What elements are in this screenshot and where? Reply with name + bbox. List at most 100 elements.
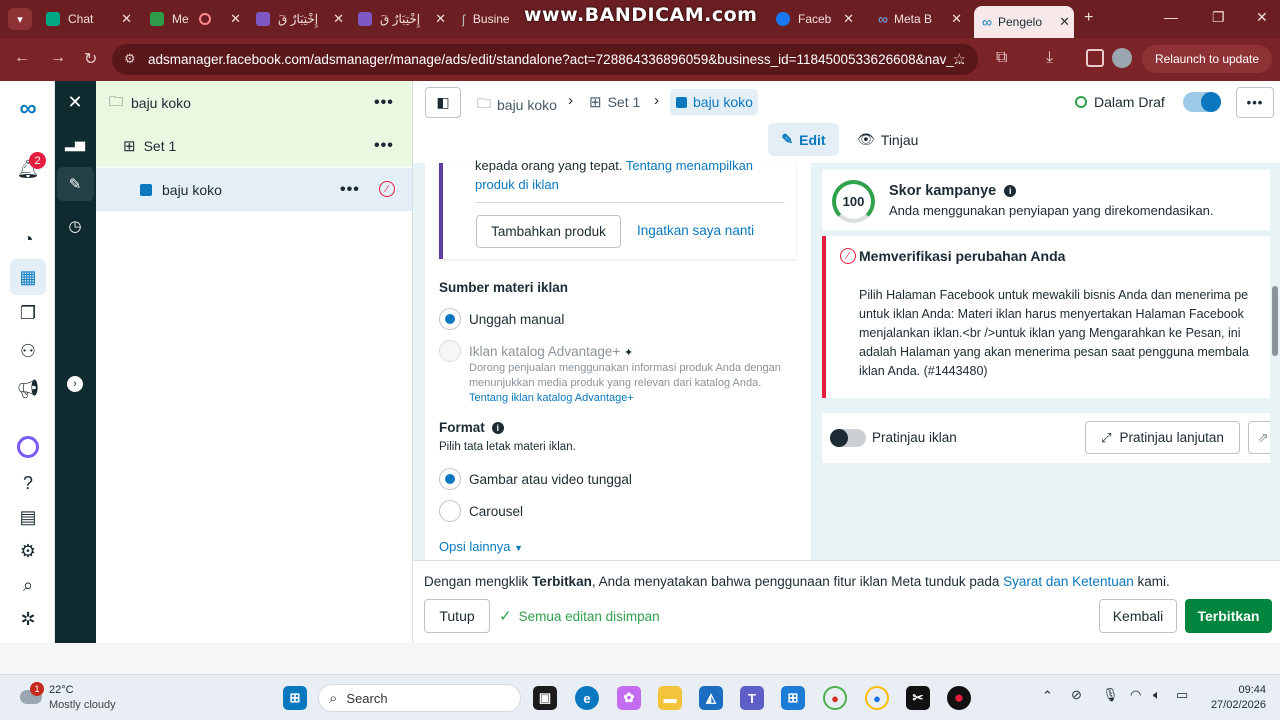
task-view-icon[interactable]: ▣	[533, 686, 557, 710]
catalog-link-a[interactable]: Tentang menampilkan	[626, 158, 753, 173]
more-icon[interactable]: •••	[340, 181, 360, 199]
capcut-icon[interactable]: ✂	[906, 686, 930, 710]
carousel-label[interactable]: Carousel	[469, 504, 523, 519]
share-button[interactable]: ⇗	[1248, 421, 1270, 454]
minimize-icon[interactable]: —	[1164, 9, 1178, 25]
close-icon[interactable]: ✕	[121, 11, 132, 27]
close-button[interactable]: Tutup	[424, 599, 490, 633]
tab-chat[interactable]: Chat ✕	[46, 6, 136, 32]
info-icon[interactable]: i	[1004, 185, 1017, 197]
tab-form-1[interactable]: إِخْتِبَارٌ قَ ✕	[256, 6, 348, 32]
publish-button[interactable]: Terbitkan	[1185, 599, 1272, 633]
windows-start-icon[interactable]: ⊞	[283, 686, 307, 710]
close-editor-icon[interactable]: ✕	[63, 90, 87, 114]
store-icon[interactable]: ⊞	[781, 686, 805, 710]
breadcrumb-adset[interactable]: ⊞ Set 1	[589, 93, 640, 111]
chrome-profile-icon[interactable]: ●	[865, 686, 889, 710]
single-media-label[interactable]: Gambar atau video tunggal	[469, 472, 632, 487]
preview-toggle[interactable]	[830, 429, 866, 447]
clock-time[interactable]: 09:44	[1208, 684, 1266, 696]
chart-icon[interactable]: ▂▅	[63, 132, 87, 156]
single-media-radio[interactable]	[439, 468, 461, 490]
network-off-icon[interactable]: ⊘	[1071, 687, 1082, 703]
sidebar-toggle-icon[interactable]: ◧	[425, 87, 461, 118]
tab-meta-business[interactable]: ∞ Meta B ✕	[878, 6, 966, 32]
tab-search-button[interactable]: ▾	[8, 8, 32, 30]
history-icon[interactable]: ◷	[63, 214, 87, 238]
meta-ai-icon[interactable]	[17, 436, 39, 458]
review-tab[interactable]: 👁︎ Tinjau	[857, 131, 918, 148]
terms-link[interactable]: Syarat dan Ketentuan	[1003, 574, 1134, 589]
carousel-radio[interactable]	[439, 500, 461, 522]
site-info-icon[interactable]: ⚙	[124, 51, 136, 67]
reload-icon[interactable]: ↻	[84, 49, 97, 69]
audience-icon[interactable]: ⚇	[16, 339, 40, 363]
back-icon[interactable]: ←	[14, 49, 30, 67]
meta-logo-icon[interactable]: ∞	[16, 95, 40, 122]
tab-ads-manager[interactable]: ∞ Pengelo ✕	[974, 6, 1074, 38]
bug-icon[interactable]: ✲	[16, 607, 40, 631]
window-icon[interactable]	[1086, 49, 1104, 67]
megaphone-icon[interactable]: 📢︎	[16, 377, 40, 401]
more-options-button[interactable]: •••	[1236, 87, 1274, 118]
help-icon[interactable]: ?	[16, 471, 40, 495]
bookmark-star-icon[interactable]: ☆	[953, 50, 966, 68]
volume-icon[interactable]: 🔈︎	[1153, 687, 1161, 703]
pages-icon[interactable]: ❐	[16, 301, 40, 325]
breadcrumb-campaign[interactable]: 🗀︎ baju koko	[477, 93, 557, 117]
close-window-icon[interactable]: ✕	[1256, 9, 1268, 26]
edge-icon[interactable]: e	[575, 686, 599, 710]
weather-temp[interactable]: 22°C	[49, 684, 74, 696]
close-icon[interactable]: ✕	[1059, 14, 1070, 30]
manual-upload-label[interactable]: Unggah manual	[469, 312, 564, 327]
remind-later-link[interactable]: Ingatkan saya nanti	[637, 223, 754, 238]
extensions-icon[interactable]: ⧉	[996, 49, 1007, 67]
chevron-up-icon[interactable]: ⌃	[1042, 688, 1053, 704]
address-bar[interactable]: ⚙ adsmanager.facebook.com/adsmanager/man…	[112, 44, 978, 75]
more-icon[interactable]: •••	[374, 94, 394, 112]
tab-meet[interactable]: Me ✕	[150, 6, 245, 32]
file-explorer-icon[interactable]: ▬	[658, 686, 682, 710]
tree-campaign-row[interactable]: 🗀︎ baju koko •••	[96, 81, 412, 124]
relaunch-button[interactable]: Relaunch to update	[1142, 45, 1272, 73]
advanced-preview-button[interactable]: ⤢ Pratinjau lanjutan	[1085, 421, 1240, 454]
close-icon[interactable]: ✕	[951, 11, 962, 27]
teams-icon[interactable]: T	[740, 686, 764, 710]
back-button[interactable]: Kembali	[1099, 599, 1177, 633]
settings-icon[interactable]: ⚙	[16, 539, 40, 563]
more-icon[interactable]: •••	[374, 137, 394, 155]
catalog-link-b[interactable]: produk di iklan	[475, 177, 559, 192]
catalog-ad-radio[interactable]	[439, 340, 461, 362]
add-product-button[interactable]: Tambahkan produk	[476, 215, 621, 248]
battery-icon[interactable]: ▭	[1176, 687, 1188, 703]
copilot-icon[interactable]: ✿	[617, 686, 641, 710]
catalog-ad-link[interactable]: Tentang iklan katalog Advantage+	[469, 392, 634, 404]
profile-avatar[interactable]	[1112, 48, 1132, 68]
new-tab-icon[interactable]: +	[1084, 9, 1093, 27]
info-icon[interactable]: i	[491, 421, 504, 434]
restore-icon[interactable]: ❐	[1212, 9, 1225, 26]
close-icon[interactable]: ✕	[843, 11, 854, 27]
more-options-link[interactable]: Opsi lainnya ▼	[439, 539, 523, 554]
download-icon[interactable]: ⤓	[1046, 49, 1053, 67]
tab-form-2[interactable]: إِخْتِبَارٌ قَ ✕	[358, 6, 450, 32]
tab-business[interactable]: ʃ Busine	[462, 6, 532, 32]
tree-ad-row[interactable]: baju koko ••• ⁄	[96, 168, 412, 211]
reports-icon[interactable]: ▤	[16, 505, 40, 529]
clock-date[interactable]: 27/02/2026	[1198, 699, 1266, 711]
tree-adset-row[interactable]: ⊞ Set 1 •••	[96, 124, 412, 167]
table-icon[interactable]: ▦	[16, 265, 40, 289]
close-icon[interactable]: ✕	[333, 11, 344, 27]
tab-facebook[interactable]: Faceb ✕	[776, 6, 858, 32]
breadcrumb-ad[interactable]: baju koko	[670, 89, 758, 115]
microphone-icon[interactable]: 🎙︎	[1102, 687, 1119, 703]
forward-icon[interactable]: →	[50, 49, 66, 67]
expand-icon[interactable]: ›	[67, 376, 83, 392]
chrome-icon[interactable]: ●	[823, 686, 847, 710]
weather-desc[interactable]: Mostly cloudy	[49, 699, 116, 711]
bandicam-icon[interactable]: ●	[947, 686, 971, 710]
dashboard-icon[interactable]: ◔	[16, 227, 40, 251]
pencil-icon[interactable]: ✎	[63, 172, 87, 196]
manual-upload-radio[interactable]	[439, 308, 461, 330]
edit-tab[interactable]: ✎ Edit	[768, 123, 839, 156]
